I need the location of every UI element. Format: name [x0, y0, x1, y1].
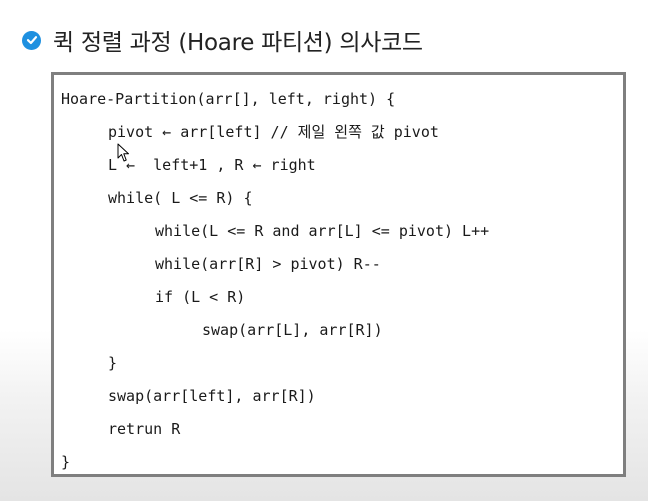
code-line-10: swap(arr[left], arr[R])	[108, 387, 316, 405]
code-line-9: }	[108, 354, 118, 372]
code-line-7: if (L < R)	[155, 288, 246, 306]
code-line-3: L ← left+1 , R ← right	[108, 156, 316, 174]
code-line-2: pivot ← arr[left] // 제일 왼쪽 값 pivot	[108, 123, 439, 141]
slide-header: 퀵 정렬 과정 (Hoare 파티션) 의사코드	[22, 22, 423, 58]
code-line-4: while( L <= R) {	[108, 189, 253, 207]
slide-title: 퀵 정렬 과정 (Hoare 파티션) 의사코드	[53, 30, 423, 56]
code-line-12: }	[61, 453, 71, 471]
code-line-8: swap(arr[L], arr[R])	[202, 321, 383, 339]
check-circle-icon	[22, 30, 41, 50]
mouse-pointer-icon	[117, 143, 129, 162]
code-line-5: while(L <= R and arr[L] <= pivot) L++	[155, 222, 490, 240]
code-line-1: Hoare-Partition(arr[], left, right) {	[61, 90, 396, 108]
code-line-6: while(arr[R] > pivot) R--	[155, 255, 381, 273]
code-line-11: retrun R	[108, 420, 181, 438]
